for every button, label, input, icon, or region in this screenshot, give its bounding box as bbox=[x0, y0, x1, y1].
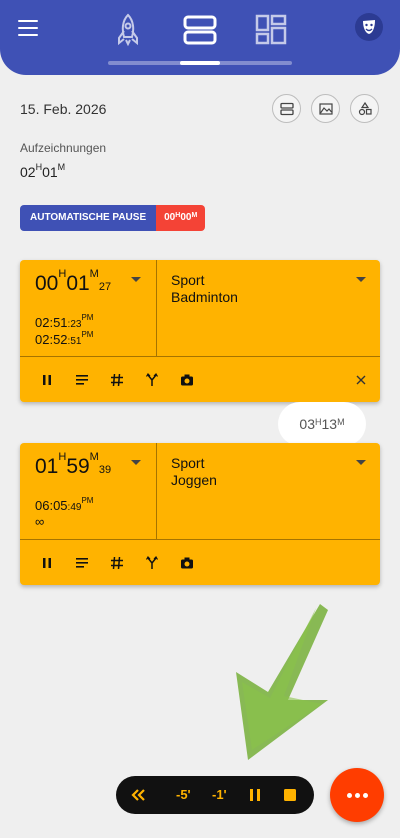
close-icon[interactable] bbox=[354, 373, 368, 387]
activity-card-1[interactable]: 00H01M27 02:51:23PM 02:52:51PM Sport Bad… bbox=[20, 260, 380, 402]
rows-icon bbox=[280, 102, 294, 116]
pause-icon[interactable] bbox=[40, 373, 54, 387]
category: Sport bbox=[171, 272, 205, 288]
card-divider bbox=[20, 539, 380, 540]
start-time: 06:05:49PM bbox=[35, 496, 94, 513]
category-label: Sport Badminton bbox=[171, 272, 238, 306]
rocket-icon[interactable] bbox=[110, 12, 146, 48]
double-chevron-left-icon[interactable] bbox=[130, 788, 146, 802]
category-label: Sport Joggen bbox=[171, 455, 217, 489]
duration: 00H01M27 bbox=[35, 268, 112, 295]
end-time: 02:52:51PM bbox=[35, 330, 94, 347]
split-icon[interactable] bbox=[145, 556, 159, 570]
end-time-running: ∞ bbox=[35, 514, 45, 529]
split-icon[interactable] bbox=[145, 373, 159, 387]
more-dots-icon bbox=[363, 793, 368, 798]
card-divider bbox=[156, 260, 157, 356]
notes-icon[interactable] bbox=[75, 556, 89, 570]
more-dots-icon bbox=[355, 793, 360, 798]
card-divider bbox=[20, 356, 380, 357]
landscape-view-button[interactable] bbox=[311, 94, 340, 123]
recordings-label: Aufzeichnungen bbox=[20, 141, 107, 155]
more-dots-icon bbox=[347, 793, 352, 798]
chevron-down-icon[interactable] bbox=[356, 460, 366, 465]
gap-duration-bubble: 03H13M bbox=[278, 402, 366, 446]
activity-card-2[interactable]: 01H59M39 06:05:49PM ∞ Sport Joggen bbox=[20, 443, 380, 585]
rows-view-button[interactable] bbox=[272, 94, 301, 123]
more-actions-fab[interactable] bbox=[330, 768, 384, 822]
dashboard-icon[interactable] bbox=[253, 12, 289, 48]
shapes-view-button[interactable] bbox=[350, 94, 379, 123]
activity: Badminton bbox=[171, 289, 238, 305]
camera-icon[interactable] bbox=[180, 556, 194, 570]
chevron-down-icon[interactable] bbox=[131, 277, 141, 282]
hashtag-icon[interactable] bbox=[110, 556, 124, 570]
hamburger-menu-icon[interactable] bbox=[18, 20, 38, 36]
auto-pause-label: AUTOMATISCHE PAUSE bbox=[20, 205, 157, 231]
landscape-icon bbox=[319, 103, 333, 115]
duration: 01H59M39 bbox=[35, 451, 112, 478]
theater-mask-icon[interactable] bbox=[355, 13, 383, 41]
minus-1-button[interactable]: -1' bbox=[212, 776, 227, 814]
camera-icon[interactable] bbox=[180, 373, 194, 387]
card-divider bbox=[156, 443, 157, 539]
auto-pause-duration: 00H00M bbox=[156, 205, 206, 231]
chevron-down-icon[interactable] bbox=[356, 277, 366, 282]
recordings-total: 02H01M bbox=[20, 162, 66, 180]
activity: Joggen bbox=[171, 472, 217, 488]
shapes-icon bbox=[358, 102, 372, 116]
hashtag-icon[interactable] bbox=[110, 373, 124, 387]
pause-icon[interactable] bbox=[40, 556, 54, 570]
notes-icon[interactable] bbox=[75, 373, 89, 387]
current-date: 15. Feb. 2026 bbox=[20, 101, 107, 117]
category: Sport bbox=[171, 455, 205, 471]
auto-pause-chip[interactable]: AUTOMATISCHE PAUSE 00H00M bbox=[20, 205, 206, 231]
chevron-down-icon[interactable] bbox=[131, 460, 141, 465]
pause-icon[interactable] bbox=[248, 788, 262, 802]
annotation-arrow bbox=[236, 604, 328, 760]
minus-5-button[interactable]: -5' bbox=[176, 776, 191, 814]
list-view-icon[interactable] bbox=[182, 12, 218, 48]
start-time: 02:51:23PM bbox=[35, 313, 94, 330]
bottom-control-bar: -5' -1' bbox=[116, 776, 314, 814]
nav-indicator-active bbox=[180, 61, 220, 65]
stop-icon[interactable] bbox=[284, 789, 296, 801]
top-app-bar bbox=[0, 0, 400, 75]
